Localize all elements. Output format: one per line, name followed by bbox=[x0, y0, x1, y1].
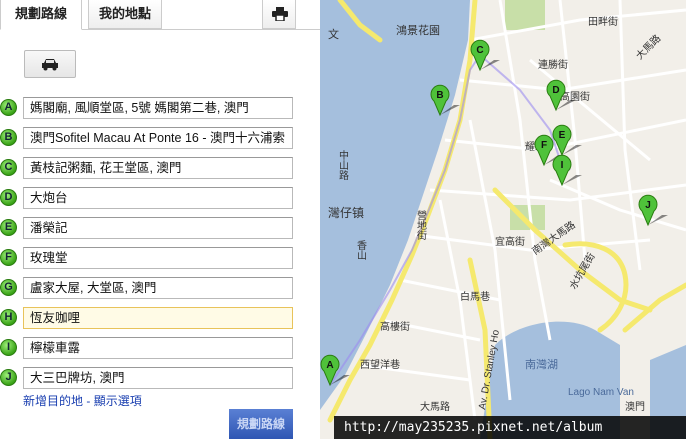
stop-input-d[interactable]: 大炮台 bbox=[23, 187, 293, 209]
map-label-ximang: 西望洋巷 bbox=[360, 358, 400, 371]
stop-row-e: E 潘榮記 bbox=[0, 217, 320, 247]
map-label-xiangshan: 香山 bbox=[355, 240, 367, 260]
stop-marker-i[interactable]: I bbox=[0, 339, 17, 356]
map-pin-c[interactable]: C bbox=[470, 39, 500, 72]
stop-marker-b[interactable]: B bbox=[0, 129, 17, 146]
map-label-tianshen: 田畔街 bbox=[588, 15, 618, 28]
map-label-nam-van-lake: Lago Nam Van bbox=[568, 387, 634, 398]
car-icon bbox=[42, 59, 58, 71]
map-pin-label-b: B bbox=[436, 90, 443, 101]
map-label-zhongshan: 中山路 bbox=[337, 149, 349, 181]
map-label-cotai: 澳門 bbox=[625, 400, 645, 413]
map-label-wanzai: 灣仔镇 bbox=[328, 206, 364, 220]
stop-row-h: H 恆友咖哩 bbox=[0, 307, 320, 337]
stop-row-a: A 媽閣廟, 風順堂區, 5號 媽閣第二巷, 澳門 bbox=[0, 97, 320, 127]
stop-input-c[interactable]: 黃枝記粥麵, 花王堂區, 澳門 bbox=[23, 157, 293, 179]
stop-input-h[interactable]: 恆友咖哩 bbox=[23, 307, 293, 329]
stop-marker-c[interactable]: C bbox=[0, 159, 17, 176]
map-label-dabao: 大馬路 bbox=[420, 400, 450, 413]
map-pin-label-e: E bbox=[559, 130, 566, 141]
print-button[interactable] bbox=[262, 0, 296, 29]
stop-row-f: F 玫瑰堂 bbox=[0, 247, 320, 277]
link-separator: - bbox=[83, 394, 94, 408]
map-label-wenyu: 文 bbox=[328, 27, 339, 41]
map-view[interactable]: 文 鴻景花園 灣仔镇 中山路 香山 營地街 宜高街 南灣大馬路 白馬巷 高樓街 … bbox=[320, 0, 686, 439]
tab-directions[interactable]: 規劃路線 bbox=[0, 0, 82, 30]
stop-marker-j[interactable]: J bbox=[0, 369, 17, 386]
add-destination-link[interactable]: 新增目的地 bbox=[23, 394, 83, 408]
stop-marker-e[interactable]: E bbox=[0, 219, 17, 236]
map-label-lianzheng: 連勝街 bbox=[538, 58, 568, 71]
stop-input-i[interactable]: 檸檬車露 bbox=[23, 337, 293, 359]
tab-my-places[interactable]: 我的地點 bbox=[88, 0, 162, 29]
stop-row-b: B 澳門Sofitel Macau At Ponte 16 - 澳門十六浦索 bbox=[0, 127, 320, 157]
map-pin-label-j: J bbox=[645, 200, 651, 211]
stop-input-b[interactable]: 澳門Sofitel Macau At Ponte 16 - 澳門十六浦索 bbox=[23, 127, 293, 149]
tab-bar: 規劃路線 我的地點 bbox=[0, 0, 320, 30]
stop-input-g[interactable]: 盧家大屋, 大堂區, 澳門 bbox=[23, 277, 293, 299]
map-pin-label-d: D bbox=[552, 85, 559, 96]
park-area bbox=[505, 0, 545, 30]
map-label-dama: 大馬路 bbox=[633, 32, 663, 62]
stop-marker-d[interactable]: D bbox=[0, 189, 17, 206]
stop-input-j[interactable]: 大三巴牌坊, 澳門 bbox=[23, 367, 293, 389]
watermark-url: http://may235235.pixnet.net/album bbox=[334, 416, 686, 439]
stop-marker-a[interactable]: A bbox=[0, 99, 17, 116]
map-label-hongqiao: 鴻景花園 bbox=[396, 23, 440, 37]
map-label-shuikeng: 水坑尾街 bbox=[566, 250, 597, 291]
stop-row-d: D 大炮台 bbox=[0, 187, 320, 217]
map-label-nam-van-cn: 南灣湖 bbox=[525, 358, 558, 371]
map-label-gaolou: 高樓街 bbox=[380, 320, 410, 333]
driving-mode-button[interactable] bbox=[24, 50, 76, 78]
stop-marker-f[interactable]: F bbox=[0, 249, 17, 266]
stop-input-a[interactable]: 媽閣廟, 風順堂區, 5號 媽閣第二巷, 澳門 bbox=[23, 97, 293, 119]
stop-row-i: I 檸檬車露 bbox=[0, 337, 320, 367]
inner-harbour-water bbox=[320, 0, 470, 410]
map-canvas[interactable]: 文 鴻景花園 灣仔镇 中山路 香山 營地街 宜高街 南灣大馬路 白馬巷 高樓街 … bbox=[320, 0, 686, 439]
map-label-yingdi: 營地街 bbox=[415, 209, 427, 241]
get-directions-button[interactable]: 規劃路線 bbox=[229, 409, 293, 439]
map-pin-label-i: I bbox=[561, 160, 564, 171]
stop-row-c: C 黃枝記粥麵, 花王堂區, 澳門 bbox=[0, 157, 320, 187]
directions-panel: 規劃路線 我的地點 A 媽閣廟, 風順堂區, 5號 媽閣第二巷, 澳門 B 澳門Sof… bbox=[0, 0, 320, 439]
map-pin-label-c: C bbox=[476, 45, 483, 56]
stop-input-f[interactable]: 玫瑰堂 bbox=[23, 247, 293, 269]
map-label-yihua: 宜高街 bbox=[495, 235, 525, 248]
route-links: 新增目的地 - 顯示選項 bbox=[23, 392, 142, 409]
stop-marker-g[interactable]: G bbox=[0, 279, 17, 296]
map-label-baiyan: 白馬巷 bbox=[460, 290, 490, 303]
map-pin-label-f: F bbox=[541, 140, 547, 151]
show-options-link[interactable]: 顯示選項 bbox=[94, 394, 142, 408]
stop-marker-h[interactable]: H bbox=[0, 309, 17, 326]
stop-row-g: G 盧家大屋, 大堂區, 澳門 bbox=[0, 277, 320, 307]
stop-input-e[interactable]: 潘榮記 bbox=[23, 217, 293, 239]
map-pin-label-a: A bbox=[326, 360, 333, 371]
printer-icon bbox=[272, 7, 288, 21]
